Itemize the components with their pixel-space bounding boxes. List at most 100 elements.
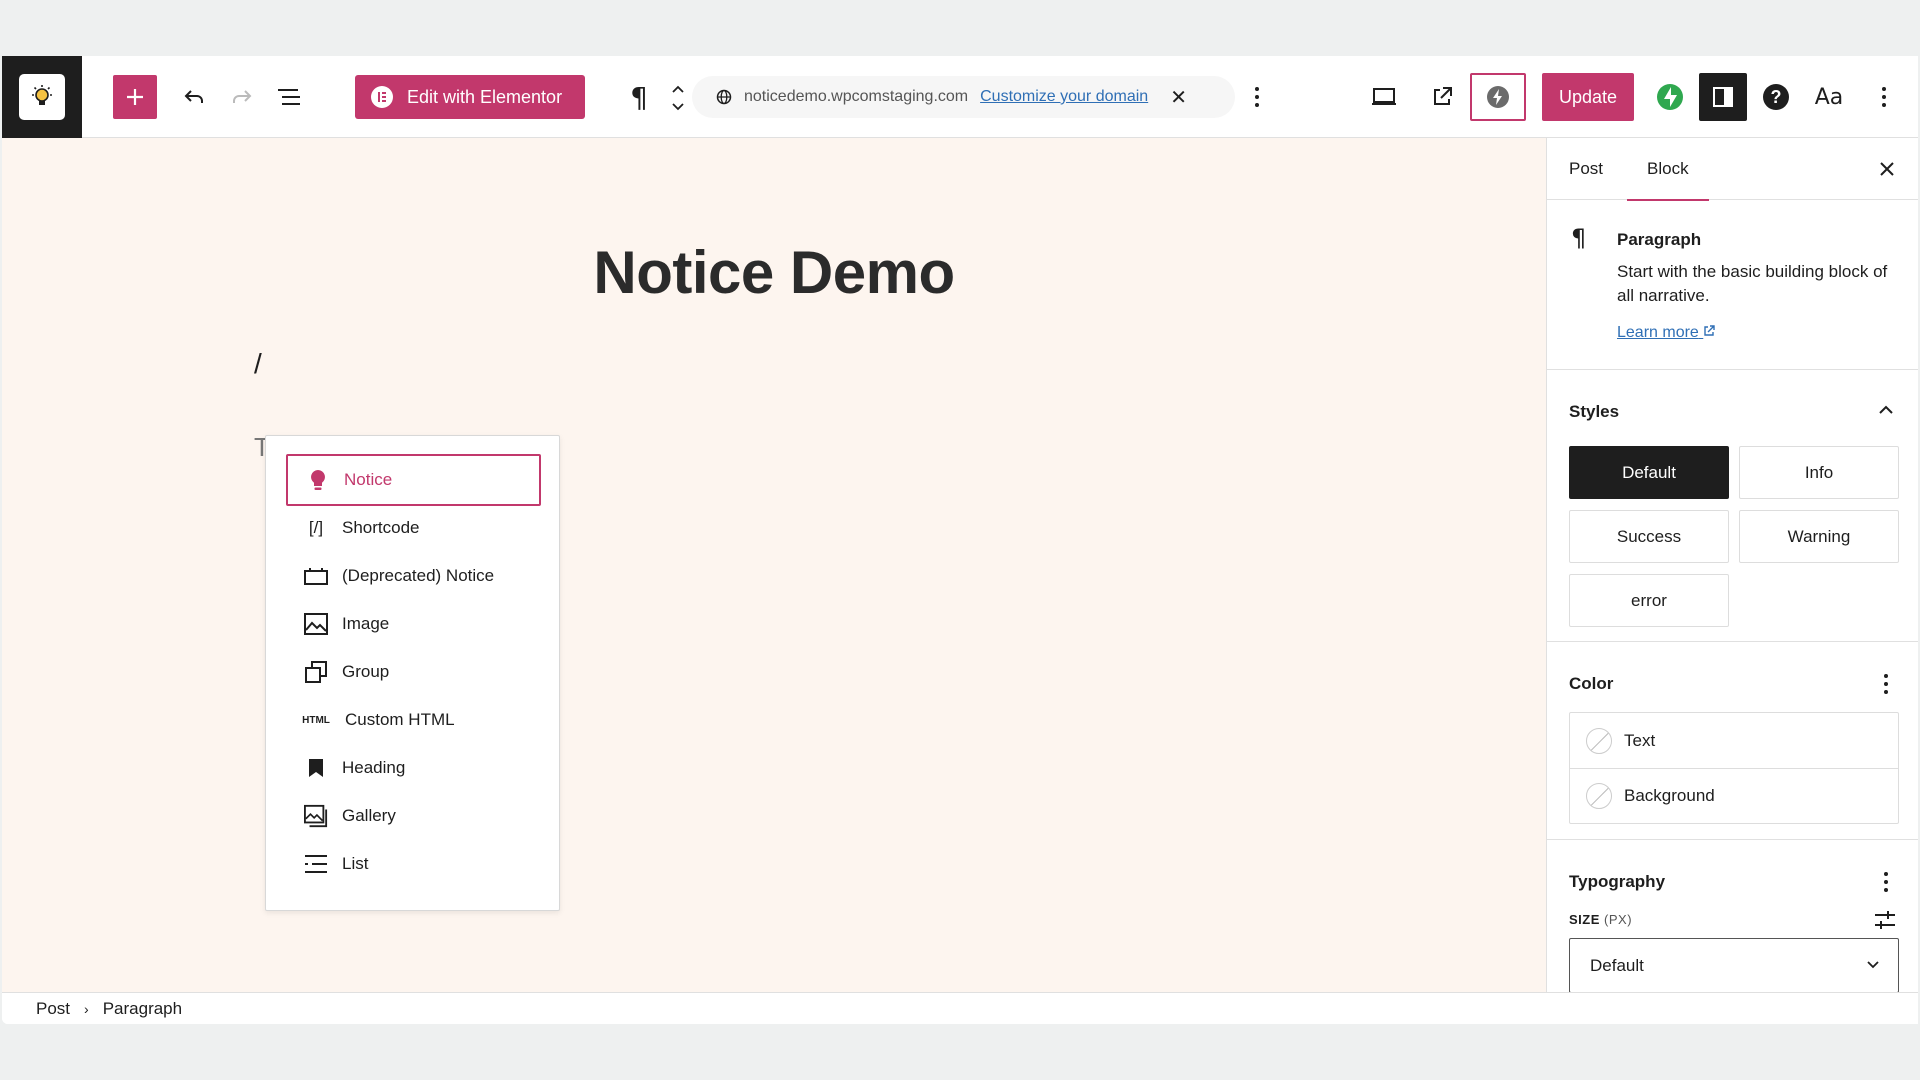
breadcrumb-paragraph[interactable]: Paragraph	[103, 999, 182, 1019]
post-title[interactable]: Notice Demo	[2, 238, 1546, 307]
update-button[interactable]: Update	[1542, 73, 1634, 121]
customize-domain-link[interactable]: Customize your domain	[980, 88, 1148, 106]
paragraph-block-button[interactable]: ¶	[617, 75, 661, 119]
update-label: Update	[1558, 86, 1618, 107]
url-more-button[interactable]	[1242, 75, 1272, 119]
help-button[interactable]: ?	[1754, 75, 1798, 119]
pilcrow-icon: ¶	[1571, 224, 1587, 252]
color-item-label: Text	[1624, 730, 1656, 750]
font-size-label-text: SIZE	[1569, 912, 1600, 927]
document-overview-button[interactable]	[267, 75, 311, 119]
list-icon	[304, 852, 328, 876]
color-text-item[interactable]: Text	[1570, 713, 1898, 768]
desktop-icon	[1372, 88, 1396, 105]
list-view-icon	[278, 89, 300, 105]
more-vertical-icon	[1882, 87, 1886, 107]
inserter-item-gallery[interactable]: Gallery	[286, 792, 541, 840]
image-icon	[304, 612, 328, 636]
plus-icon	[127, 89, 143, 105]
preview-button[interactable]	[1362, 75, 1406, 119]
settings-sidebar-toggle[interactable]	[1699, 73, 1747, 121]
jetpack-boost-button[interactable]	[1470, 73, 1526, 121]
chevron-up-icon[interactable]	[672, 85, 684, 93]
more-vertical-icon[interactable]	[1876, 672, 1896, 696]
inserter-item-label: Custom HTML	[345, 710, 455, 729]
chevron-down-icon	[1867, 961, 1879, 969]
style-default-button[interactable]: Default	[1569, 446, 1729, 499]
help-icon: ?	[1763, 84, 1789, 110]
more-vertical-icon[interactable]	[1876, 870, 1896, 894]
inserter-item-custom-html[interactable]: HTML Custom HTML	[286, 696, 541, 744]
close-settings-button[interactable]	[1874, 156, 1900, 182]
shortcode-icon: [/]	[308, 518, 324, 537]
breadcrumb-post[interactable]: Post	[36, 999, 70, 1019]
color-swatch	[1586, 727, 1612, 754]
add-block-button[interactable]	[113, 75, 157, 119]
color-item-label: Background	[1624, 786, 1715, 805]
inserter-item-list[interactable]: List	[286, 840, 541, 888]
tab-post[interactable]: Post	[1569, 138, 1603, 200]
site-icon-button[interactable]	[2, 56, 82, 138]
inserter-item-image[interactable]: Image	[286, 600, 541, 648]
move-block-buttons[interactable]	[670, 78, 686, 118]
style-success-button[interactable]: Success	[1569, 510, 1729, 563]
globe-icon	[716, 89, 732, 105]
inserter-item-label: Shortcode	[342, 518, 420, 537]
style-info-button[interactable]: Info	[1739, 446, 1899, 499]
inserter-item-shortcode[interactable]: [/] Shortcode	[286, 504, 541, 552]
typography-icon: Aa	[1814, 84, 1844, 110]
external-link-icon	[1434, 87, 1452, 105]
font-size-value: Default	[1590, 955, 1644, 975]
color-panel: Color Text Background	[1547, 642, 1918, 840]
chevron-up-icon[interactable]	[1876, 400, 1896, 420]
chevron-down-icon[interactable]	[672, 103, 684, 111]
style-error-button[interactable]: error	[1569, 574, 1729, 627]
styles-button[interactable]: Aa	[1807, 75, 1851, 119]
chevron-right-icon: ›	[84, 1000, 89, 1017]
bolt-circle-icon	[1487, 86, 1509, 108]
undo-button[interactable]	[172, 75, 216, 119]
styles-panel-title[interactable]: Styles	[1569, 402, 1619, 422]
close-icon[interactable]: ✕	[1170, 85, 1187, 110]
typography-panel: Typography SIZE (PX) Default	[1547, 840, 1918, 992]
more-vertical-icon	[1255, 87, 1259, 107]
inserter-item-heading[interactable]: Heading	[286, 744, 541, 792]
editor-canvas[interactable]: Notice Demo / T Notice [/] Shortcode (De…	[2, 138, 1546, 992]
block-card: ¶ Paragraph Start with the basic buildin…	[1547, 200, 1918, 370]
color-background-item[interactable]: Background	[1570, 768, 1898, 823]
edit-with-elementor-button[interactable]: Edit with Elementor	[355, 75, 585, 119]
site-domain: noticedemo.wpcomstaging.com	[744, 88, 969, 105]
site-url-bar: noticedemo.wpcomstaging.com Customize yo…	[692, 76, 1235, 118]
jetpack-button[interactable]	[1648, 75, 1692, 119]
paragraph-slash-command[interactable]: /	[254, 348, 262, 380]
close-icon	[1880, 162, 1894, 176]
learn-more-link[interactable]: Learn more	[1617, 324, 1715, 342]
tab-block[interactable]: Block	[1627, 138, 1709, 201]
custom-size-icon[interactable]	[1874, 910, 1896, 930]
inserter-item-deprecated-notice[interactable]: (Deprecated) Notice	[286, 552, 541, 600]
html-icon: HTML	[302, 714, 330, 726]
sidebar-tabs: Post Block	[1547, 138, 1918, 201]
view-post-button[interactable]	[1420, 75, 1464, 119]
styles-panel: Styles Default Info Success Warning erro…	[1547, 370, 1918, 642]
block-card-title: Paragraph	[1617, 230, 1702, 249]
color-list: Text Background	[1569, 712, 1899, 824]
color-panel-title: Color	[1569, 674, 1614, 693]
settings-sidebar: Post Block ¶ Paragraph Start with the ba…	[1546, 138, 1918, 992]
style-warning-button[interactable]: Warning	[1739, 510, 1899, 563]
deprecated-notice-icon	[304, 564, 328, 588]
external-link-icon	[1704, 325, 1715, 336]
inserter-item-notice[interactable]: Notice	[286, 454, 541, 506]
redo-button[interactable]	[220, 75, 264, 119]
options-button[interactable]	[1862, 75, 1906, 119]
inserter-item-group[interactable]: Group	[286, 648, 541, 696]
font-size-select[interactable]: Default	[1569, 938, 1899, 992]
block-autocomplete-popover: Notice [/] Shortcode (Deprecated) Notice…	[265, 435, 560, 911]
group-icon	[304, 660, 328, 684]
color-swatch	[1586, 783, 1612, 809]
block-card-description: Start with the basic building block of a…	[1617, 262, 1888, 305]
block-editor: Edit with Elementor ¶ noticedemo.wpcomst…	[2, 56, 1918, 1024]
inserter-item-label: Notice	[344, 470, 393, 489]
font-size-unit: (PX)	[1604, 912, 1633, 927]
inserter-item-label: (Deprecated) Notice	[342, 566, 495, 585]
